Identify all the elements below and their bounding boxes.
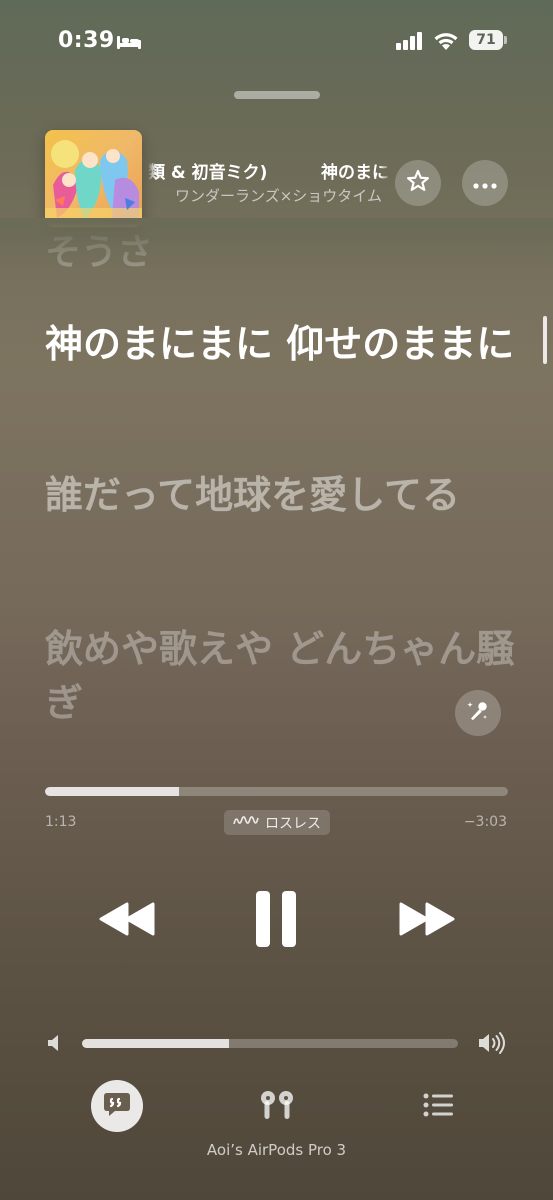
volume-high-icon [477,1031,507,1059]
status-time: 0:39 [58,28,115,53]
more-button[interactable] [462,160,508,206]
lyrics-button[interactable] [91,1080,143,1132]
battery-icon: 71 [469,30,503,50]
rewind-icon [98,902,156,940]
track-title-fragment: 神のまに [321,163,389,183]
lossless-icon [233,814,259,832]
sheet-grabber[interactable] [234,91,320,99]
microphone-sparkle-icon [465,698,491,728]
favorite-button[interactable] [395,160,441,206]
quote-bubble-icon [102,1089,132,1123]
sing-button[interactable] [455,690,501,736]
battery-nub [504,36,507,44]
elapsed-time: 1:13 [45,814,77,830]
lossless-label: ロスレス [265,815,321,832]
forward-icon [398,902,456,940]
star-icon [405,168,431,198]
wifi-icon [433,31,459,55]
lyric-line-next[interactable]: 誰だって地球を愛してる [45,468,515,522]
pause-icon [254,890,298,952]
pause-button[interactable] [248,888,304,954]
album-art[interactable] [45,130,142,227]
lyrics-scrollbar[interactable] [543,316,547,364]
track-artist[interactable]: ワンダーランズ×ショウタイム [175,185,382,206]
queue-button[interactable] [418,1090,458,1124]
playback-scrubber[interactable] [45,787,508,796]
bed-icon [116,34,142,54]
rewind-button[interactable] [96,898,158,944]
output-device-label[interactable]: Aoi’s AirPods Pro 3 [0,1141,553,1159]
forward-button[interactable] [396,898,458,944]
remaining-time: −3:03 [463,814,507,830]
list-icon [422,1092,454,1122]
more-icon [473,174,497,193]
airplay-button[interactable] [255,1090,299,1124]
lyrics-top-fade [0,218,553,270]
airpods-icon [258,1089,296,1125]
volume-fill [82,1039,229,1048]
playback-progress-fill [45,787,180,796]
lyric-line-current[interactable]: 神のまにまに 仰せのままに [45,317,515,371]
lossless-badge[interactable]: ロスレス [224,810,330,835]
track-title-fragment: 類 & 初音ミク) [148,163,268,183]
lyric-line-next[interactable]: 飲めや歌えや どんちゃん騒ぎ [45,622,515,730]
volume-slider[interactable] [82,1039,458,1048]
signal-icon [396,32,424,54]
track-title-marquee[interactable]: 類 & 初音ミク) 神のまに ワンダーランズ×ショウタイム [148,152,390,208]
volume-low-icon [46,1033,62,1057]
